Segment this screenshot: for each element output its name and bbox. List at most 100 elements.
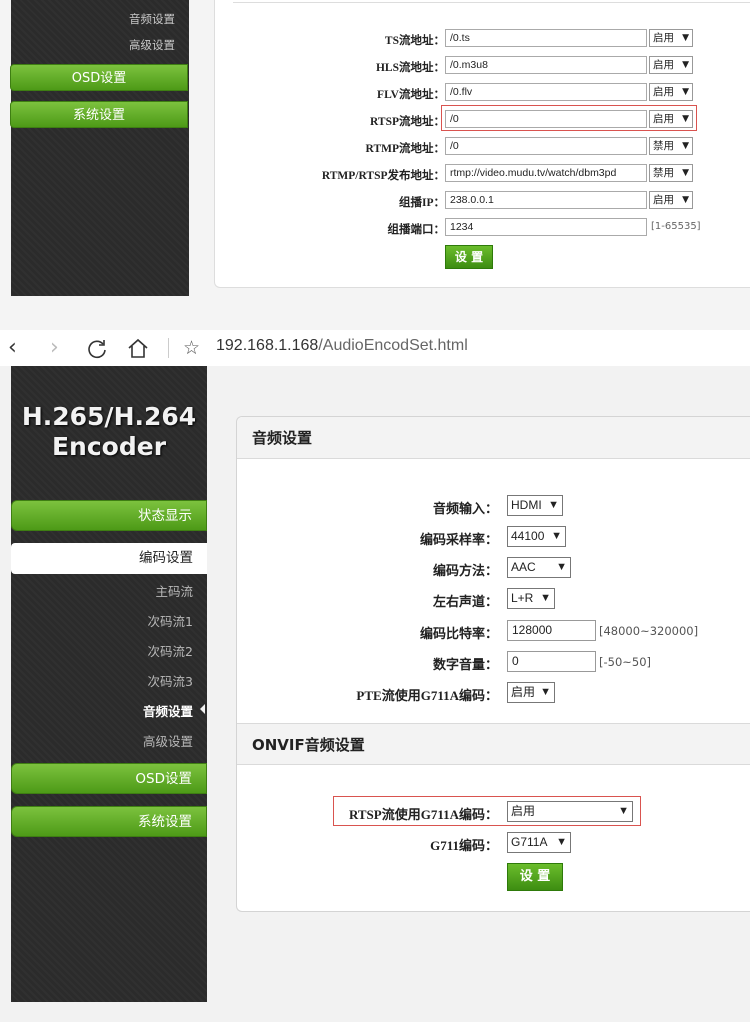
chevron-down-icon: ▼ [618,805,629,817]
form-row-rtmp: RTMP流地址： /0 禁用 ▼ [215,137,750,159]
hls-label: HLS流地址： [375,62,445,74]
sidebar-item-audio[interactable]: 音频设置 [129,11,175,27]
pte-g711a-select[interactable]: 启用 ▼ [507,682,555,703]
row-sample-rate: 编码采样率： 44100 ▼ [237,526,750,548]
bitrate-input[interactable]: 128000 [507,620,596,641]
multicast-port-label: 组播端口： [387,224,446,236]
multicast-ip-label: 组播IP： [399,197,445,209]
form-row-ts: TS流地址： /0.ts 启用 ▼ [215,29,750,51]
ts-enable-select[interactable]: 启用 ▼ [649,29,693,47]
top-sidebar: 音频设置 高级设置 [11,0,189,296]
rtsp-label: RTSP流地址： [370,116,445,128]
chevron-down-icon: ▼ [548,499,559,511]
channel-select[interactable]: L+R ▼ [507,588,555,609]
volume-input[interactable]: 0 [507,651,596,672]
flv-enable-select[interactable]: 启用 ▼ [649,83,693,101]
form-row-rtsp: RTSP流地址： /0 启用 ▼ [215,110,750,132]
onvif-section-title: ONVIF音频设置 [237,723,750,765]
refresh-icon[interactable] [86,338,108,360]
sidebar-item-sub-stream-3[interactable]: 次码流3 [148,671,193,690]
multicast-enable-select[interactable]: 启用 ▼ [649,191,693,209]
sidebar-osd-button[interactable]: OSD设置 [10,64,188,91]
audio-set-button[interactable]: 设 置 [507,863,563,891]
pte-g711a-label: PTE流使用G711A编码： [356,688,498,703]
rtsp-enable-select[interactable]: 启用 ▼ [649,110,693,128]
form-row-publish: RTMP/RTSP发布地址： rtmp://video.mudu.tv/watc… [215,164,750,186]
form-row-flv: FLV流地址： /0.flv 启用 ▼ [215,83,750,105]
multicast-ip-input[interactable]: 238.0.0.1 [445,191,647,209]
ts-url-input[interactable]: /0.ts [445,29,647,47]
chevron-down-icon: ▼ [556,836,567,848]
url-path: /AudioEncodSet.html [318,337,468,354]
publish-label: RTMP/RTSP发布地址： [321,170,445,182]
audio-input-select[interactable]: HDMI ▼ [507,495,563,516]
chevron-down-icon: ▼ [540,592,551,604]
publish-enable-select[interactable]: 禁用 ▼ [649,164,693,182]
stream-settings-panel: TS流地址： /0.ts 启用 ▼ HLS流地址： /0.m3u8 启用 ▼ FLV… [214,0,750,288]
sidebar-item-advanced[interactable]: 高级设置 [143,731,193,750]
g711-encode-label: G711编码： [430,838,498,853]
encode-method-label: 编码方法： [432,563,498,578]
address-bar[interactable]: 192.168.1.168/AudioEncodSet.html [216,337,468,355]
bitrate-range-hint: [48000~320000] [599,624,699,638]
sample-rate-select[interactable]: 44100 ▼ [507,526,566,547]
audio-input-label: 音频输入： [432,501,498,516]
sidebar-item-osd[interactable]: OSD设置 [11,763,207,794]
chevron-down-icon: ▼ [551,530,562,542]
encode-method-select[interactable]: AAC ▼ [507,557,571,578]
chevron-down-icon: ▼ [682,168,689,178]
sample-rate-label: 编码采样率： [419,532,498,547]
audio-settings-panel: 音频设置 音频输入： HDMI ▼ 编码采样率： 44100 ▼ 编码方法： AAC… [236,416,750,912]
flv-label: FLV流地址： [377,89,445,101]
chevron-down-icon: ▼ [556,561,567,573]
home-icon[interactable] [126,337,150,359]
current-arrow-icon [200,704,205,714]
channel-label: 左右声道： [432,594,498,609]
sidebar-item-sub-stream-1[interactable]: 次码流1 [148,611,193,630]
volume-range-hint: [-50~50] [599,655,652,669]
chevron-down-icon: ▼ [682,141,689,151]
row-volume: 数字音量： 0 [-50~50] [237,651,750,673]
sidebar-item-system[interactable]: 系统设置 [11,806,207,837]
multicast-port-input[interactable]: 1234 [445,218,647,236]
ts-label: TS流地址： [384,35,445,47]
publish-url-input[interactable]: rtmp://video.mudu.tv/watch/dbm3pd [445,164,647,182]
back-icon[interactable]: ‹ [8,334,17,362]
top-set-button[interactable]: 设 置 [445,245,493,269]
rtsp-g711a-select[interactable]: 启用 ▼ [507,801,633,822]
forward-icon[interactable]: › [50,334,59,362]
form-row-multicast-ip: 组播IP： 238.0.0.1 启用 ▼ [215,191,750,213]
row-audio-input: 音频输入： HDMI ▼ [237,495,750,517]
main-screenshot: H.265/H.264 Encoder 状态显示 编码设置 主码流 次码流1 次… [0,366,750,1022]
chevron-down-icon: ▼ [682,87,689,97]
chevron-down-icon: ▼ [682,33,689,43]
sidebar-item-advanced[interactable]: 高级设置 [129,37,175,53]
rtmp-enable-select[interactable]: 禁用 ▼ [649,137,693,155]
g711-encode-select[interactable]: G711A ▼ [507,832,571,853]
hls-enable-select[interactable]: 启用 ▼ [649,56,693,74]
row-encode-method: 编码方法： AAC ▼ [237,557,750,579]
rtmp-label: RTMP流地址： [365,143,445,155]
row-channel: 左右声道： L+R ▼ [237,588,750,610]
form-row-hls: HLS流地址： /0.m3u8 启用 ▼ [215,56,750,78]
browser-toolbar: ‹ › ☆ 192.168.1.168/AudioEncodSet.html [0,330,750,366]
hls-url-input[interactable]: /0.m3u8 [445,56,647,74]
row-rtsp-g711a: RTSP流使用G711A编码： 启用 ▼ [237,801,750,823]
sidebar-item-status[interactable]: 状态显示 [11,500,207,531]
rtsp-g711a-label: RTSP流使用G711A编码： [348,807,498,822]
sidebar-item-audio[interactable]: 音频设置 [143,701,205,720]
chevron-down-icon: ▼ [682,114,689,124]
sidebar-system-button[interactable]: 系统设置 [10,101,188,128]
rtsp-url-input[interactable]: /0 [445,110,647,128]
rtmp-url-input[interactable]: /0 [445,137,647,155]
chevron-down-icon: ▼ [682,60,689,70]
row-pte-g711a: PTE流使用G711A编码： 启用 ▼ [237,682,750,704]
sidebar-item-sub-stream-2[interactable]: 次码流2 [148,641,193,660]
bitrate-label: 编码比特率： [419,626,498,641]
flv-url-input[interactable]: /0.flv [445,83,647,101]
sidebar-item-encode[interactable]: 编码设置 [11,543,207,574]
bookmark-star-icon[interactable]: ☆ [183,334,200,362]
chevron-down-icon: ▼ [682,195,689,205]
port-range-hint: [1-65535] [651,221,701,232]
sidebar-item-main-stream[interactable]: 主码流 [155,581,193,600]
